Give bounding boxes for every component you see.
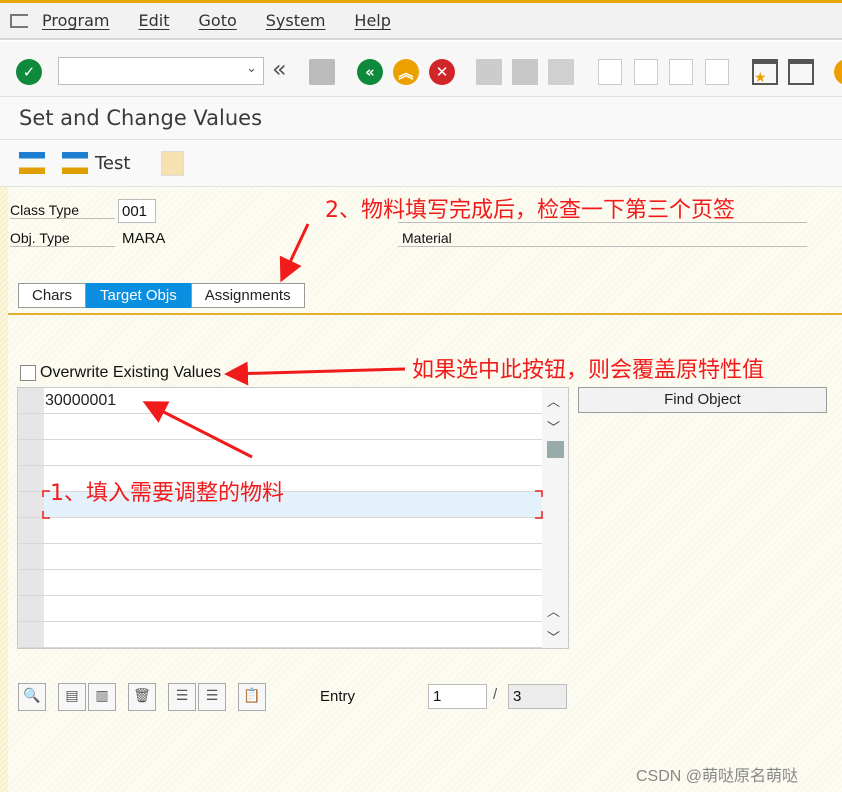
command-field[interactable]: ⌄: [58, 57, 264, 85]
scroll-thumb[interactable]: [547, 441, 564, 458]
deselect-all-icon[interactable]: ▥: [88, 683, 116, 711]
print-icon[interactable]: [476, 59, 502, 85]
annotation-check-tab: 2、物料填写完成后，检查一下第三个页签: [325, 198, 735, 223]
system-toolbar: ✓ ⌄ « « ︽ ✕ ★: [0, 42, 842, 97]
tab-divider: [8, 313, 842, 315]
last-page-icon[interactable]: [705, 59, 729, 85]
entry-label: Entry: [320, 688, 356, 705]
entry-separator: /: [493, 686, 498, 703]
detail-icon[interactable]: 🔍: [18, 683, 46, 711]
row-selector[interactable]: [18, 622, 44, 647]
page-title: Set and Change Values: [0, 97, 842, 140]
back-icon[interactable]: «: [272, 55, 287, 83]
menu-bar: Program Edit Goto System Help: [0, 3, 842, 40]
menu-help[interactable]: Help: [354, 11, 390, 30]
test-icon[interactable]: [62, 152, 88, 174]
row-selector[interactable]: [18, 466, 44, 491]
enter-icon[interactable]: ✓: [16, 59, 42, 85]
first-page-icon[interactable]: [598, 59, 622, 85]
menu-icon[interactable]: [10, 13, 28, 28]
row-selector[interactable]: [18, 414, 44, 439]
find-object-button[interactable]: Find Object: [578, 387, 827, 413]
object-cell[interactable]: 30000001: [45, 392, 116, 410]
class-type-value: 001: [118, 199, 156, 223]
annotation-fill-material: 1、填入需要调整的物料: [50, 481, 284, 506]
overwrite-label: Overwrite Existing Values: [40, 364, 222, 381]
insert-row-icon[interactable]: ☰: [168, 683, 196, 711]
table-row[interactable]: [18, 544, 542, 570]
set-values-icon[interactable]: [19, 152, 45, 174]
create-session-icon[interactable]: ★: [752, 59, 778, 86]
table-row[interactable]: 30000001: [18, 388, 542, 414]
table-row[interactable]: [18, 414, 542, 440]
obj-type-value: MARA: [122, 230, 166, 247]
tab-chars[interactable]: Chars: [18, 283, 87, 308]
table-row[interactable]: [18, 622, 542, 648]
find-icon[interactable]: [512, 59, 538, 85]
back-green-icon[interactable]: «: [357, 59, 383, 85]
tab-strip: Chars Target Objs Assignments: [18, 283, 305, 308]
scroll-up-icon[interactable]: ︿: [547, 391, 560, 410]
obj-type-description: Material: [398, 230, 807, 247]
annotation-overwrite: 如果选中此按钮，则会覆盖原特性值: [412, 358, 765, 383]
save-icon[interactable]: [309, 59, 335, 85]
row-selector[interactable]: [18, 492, 44, 517]
obj-type-label: Obj. Type: [10, 230, 115, 247]
paste-icon[interactable]: 📋: [238, 683, 266, 711]
note-icon[interactable]: [161, 151, 184, 176]
tab-target-objs[interactable]: Target Objs: [86, 283, 191, 308]
table-row[interactable]: [18, 570, 542, 596]
test-button[interactable]: Test: [95, 153, 130, 174]
exit-icon[interactable]: ︽: [393, 59, 419, 85]
menu-program[interactable]: Program: [42, 11, 110, 30]
table-row[interactable]: [18, 596, 542, 622]
table-row[interactable]: [18, 518, 542, 544]
scroll-down-icon[interactable]: ﹀: [547, 627, 560, 646]
menu-system[interactable]: System: [266, 11, 326, 30]
delete-icon[interactable]: 🗑: [128, 683, 156, 711]
help-icon[interactable]: [834, 59, 842, 85]
page-down-icon[interactable]: ﹀: [547, 417, 560, 436]
entry-total: 3: [508, 684, 567, 709]
row-selector[interactable]: [18, 570, 44, 595]
find-next-icon[interactable]: [548, 59, 574, 85]
row-selector[interactable]: [18, 544, 44, 569]
tab-assignments[interactable]: Assignments: [190, 283, 305, 308]
application-toolbar: Test: [0, 141, 842, 187]
table-row[interactable]: [18, 440, 542, 466]
vertical-scrollbar[interactable]: ︿ ﹀ ︿ ﹀: [542, 388, 568, 648]
sort-icon[interactable]: ☰: [198, 683, 226, 711]
entry-current-input[interactable]: 1: [428, 684, 487, 709]
target-objects-table: 30000001 ︿ ﹀ ︿ ﹀: [17, 387, 569, 649]
next-page-icon[interactable]: [669, 59, 693, 85]
menu-goto[interactable]: Goto: [199, 11, 237, 30]
row-selector[interactable]: [18, 596, 44, 621]
class-type-label: Class Type: [10, 202, 115, 219]
watermark: CSDN @萌哒原名萌哒: [636, 768, 799, 785]
select-all-icon[interactable]: ▤: [58, 683, 86, 711]
row-selector[interactable]: [18, 388, 44, 413]
menu-edit[interactable]: Edit: [139, 11, 170, 30]
chevron-down-icon[interactable]: ⌄: [246, 61, 257, 76]
page-up-icon[interactable]: ︿: [547, 601, 560, 620]
overwrite-checkbox[interactable]: [20, 365, 36, 381]
shortcut-icon[interactable]: [788, 59, 814, 85]
previous-page-icon[interactable]: [634, 59, 658, 85]
row-selector[interactable]: [18, 518, 44, 543]
row-selector[interactable]: [18, 440, 44, 465]
cancel-icon[interactable]: ✕: [429, 59, 455, 85]
